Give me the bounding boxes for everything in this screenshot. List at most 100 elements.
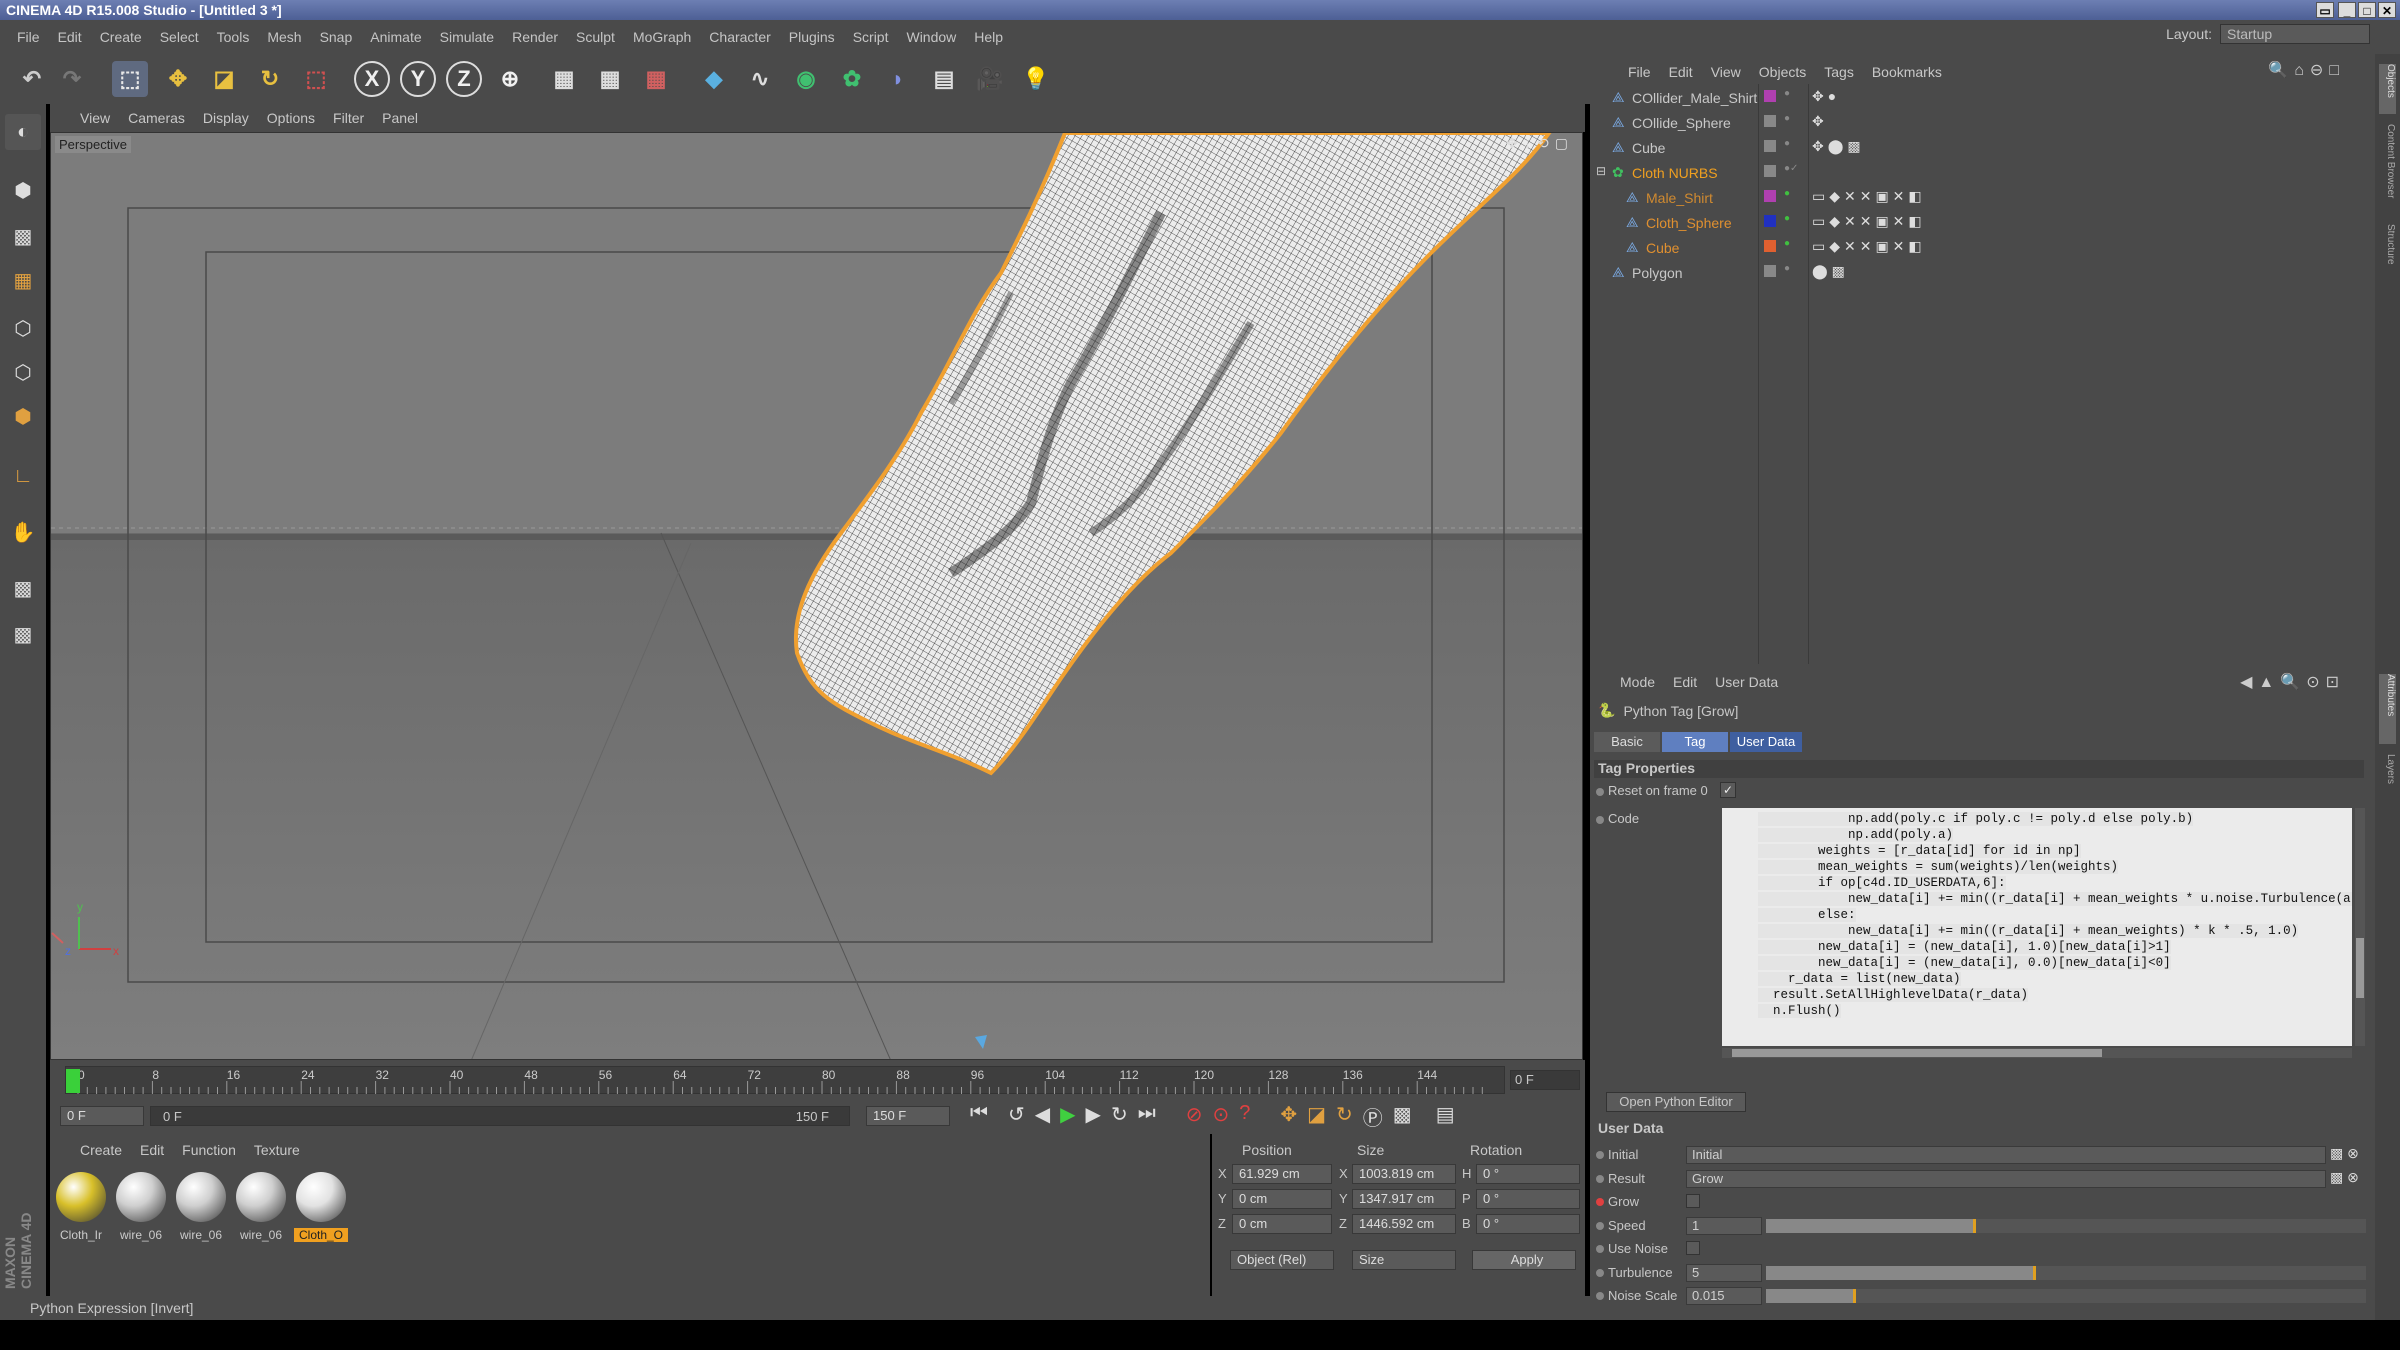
axis-mode-icon[interactable]: ∟ bbox=[5, 458, 41, 494]
object-name[interactable]: COllider_Male_Shirt bbox=[1632, 90, 1757, 106]
preview-range-slider[interactable]: 0 F 150 F bbox=[150, 1106, 850, 1126]
menu-simulate[interactable]: Simulate bbox=[431, 29, 503, 45]
render-settings-icon[interactable]: ▦ bbox=[638, 61, 674, 97]
key-pla-icon[interactable]: ▩ bbox=[1393, 1102, 1412, 1131]
object-name[interactable]: Cloth_Sphere bbox=[1646, 215, 1732, 231]
object-row[interactable]: ⟁ COllider_Male_Shirt ● ✥● bbox=[1590, 86, 2375, 110]
object-menu-objects[interactable]: Objects bbox=[1759, 64, 1806, 84]
attribute-menu-user-data[interactable]: User Data bbox=[1715, 674, 1778, 690]
light-icon[interactable]: 💡 bbox=[1018, 61, 1054, 97]
goto-end-icon[interactable]: ⏭ bbox=[1138, 1102, 1156, 1131]
current-frame-field[interactable]: 0 F bbox=[1510, 1070, 1580, 1090]
layer-color-swatch[interactable] bbox=[1764, 115, 1776, 127]
value-field[interactable]: 1 bbox=[1686, 1216, 1762, 1235]
visibility-dots[interactable]: ● bbox=[1784, 238, 1790, 249]
close-icon[interactable]: ✕ bbox=[2378, 2, 2396, 18]
object-name[interactable]: Cube bbox=[1632, 140, 1665, 156]
object-name[interactable]: Cube bbox=[1646, 240, 1679, 256]
object-row[interactable]: ⊟ ✿ Cloth NURBS ●✓ bbox=[1590, 161, 2375, 185]
layers-side-tab[interactable]: Layers bbox=[2379, 754, 2396, 804]
menu-mesh[interactable]: Mesh bbox=[258, 29, 310, 45]
object-tags[interactable]: ▭◆✕✕▣✕◧ bbox=[1812, 188, 1926, 205]
open-python-editor-button[interactable]: Open Python Editor bbox=[1606, 1092, 1746, 1112]
minimize-icon[interactable]: _ bbox=[2338, 2, 2356, 18]
menu-select[interactable]: Select bbox=[151, 29, 208, 45]
render-picture-viewer-icon[interactable]: ▦ bbox=[592, 61, 628, 97]
menu-file[interactable]: File bbox=[8, 29, 49, 45]
auto-key-icon[interactable]: ⊙ bbox=[1212, 1102, 1229, 1131]
deformer-icon[interactable]: ◗ bbox=[880, 61, 916, 97]
layer-color-swatch[interactable] bbox=[1764, 240, 1776, 252]
code-editor[interactable]: np.add(poly.c if poly.c != poly.d else p… bbox=[1722, 808, 2352, 1046]
make-editable-icon[interactable]: ◐ bbox=[5, 114, 41, 150]
menu-render[interactable]: Render bbox=[503, 29, 567, 45]
user-data-checkbox[interactable] bbox=[1686, 1241, 1700, 1255]
position-field[interactable]: 0 cm bbox=[1232, 1189, 1332, 1209]
visibility-dots[interactable]: ●✓ bbox=[1784, 163, 1798, 174]
object-tags[interactable]: ▭◆✕✕▣✕◧ bbox=[1812, 238, 1926, 255]
layer-color-swatch[interactable] bbox=[1764, 190, 1776, 202]
cube-object-icon[interactable]: ◆ bbox=[696, 61, 732, 97]
array-icon[interactable]: ✿ bbox=[834, 61, 870, 97]
viewport-menu-filter[interactable]: Filter bbox=[333, 110, 364, 126]
goto-prev-key-icon[interactable]: ↺ bbox=[1008, 1102, 1025, 1131]
link-field[interactable]: Initial bbox=[1686, 1146, 2326, 1164]
size-field[interactable]: 1003.819 cm bbox=[1352, 1164, 1456, 1184]
redo-icon[interactable]: ↷ bbox=[54, 61, 90, 97]
workplane-icon[interactable]: ▦ bbox=[5, 262, 41, 298]
restore-icon[interactable]: ▭ bbox=[2316, 2, 2334, 18]
visibility-dots[interactable]: ● bbox=[1784, 213, 1790, 224]
lock-workplane-icon[interactable]: ▩ bbox=[5, 616, 41, 652]
goto-start-icon[interactable]: ⏮ bbox=[970, 1102, 988, 1131]
viewport-menu-display[interactable]: Display bbox=[203, 110, 249, 126]
menu-script[interactable]: Script bbox=[844, 29, 898, 45]
viewport-menu-options[interactable]: Options bbox=[267, 110, 315, 126]
undo-icon[interactable]: ↶ bbox=[14, 61, 50, 97]
viewport-menu-view[interactable]: View bbox=[80, 110, 110, 126]
object-tags[interactable]: ✥ bbox=[1812, 113, 1828, 130]
play-icon[interactable]: ▶ bbox=[1060, 1102, 1075, 1131]
object-name[interactable]: Male_Shirt bbox=[1646, 190, 1713, 206]
key-position-icon[interactable]: ✥ bbox=[1280, 1102, 1297, 1131]
keyframe-selection-icon[interactable]: ? bbox=[1239, 1102, 1250, 1131]
menu-window[interactable]: Window bbox=[897, 29, 965, 45]
material-swatch[interactable]: wire_06 bbox=[234, 1172, 288, 1246]
texture-mode-icon[interactable]: ▩ bbox=[5, 218, 41, 254]
key-parameter-icon[interactable]: Ⓟ bbox=[1363, 1102, 1383, 1131]
menu-tools[interactable]: Tools bbox=[208, 29, 259, 45]
z-axis-icon[interactable]: Z bbox=[446, 61, 482, 97]
viewport-nav-icons[interactable]: ✥↓⟲▢ bbox=[1506, 135, 1574, 152]
menu-mograph[interactable]: MoGraph bbox=[624, 29, 700, 45]
material-menu-edit[interactable]: Edit bbox=[140, 1142, 164, 1158]
object-name[interactable]: COllide_Sphere bbox=[1632, 115, 1731, 131]
layout-dropdown[interactable]: Startup bbox=[2220, 24, 2370, 44]
layer-color-swatch[interactable] bbox=[1764, 140, 1776, 152]
render-view-icon[interactable]: ▦ bbox=[546, 61, 582, 97]
menu-animate[interactable]: Animate bbox=[361, 29, 430, 45]
layer-color-swatch[interactable] bbox=[1764, 215, 1776, 227]
layer-color-swatch[interactable] bbox=[1764, 90, 1776, 102]
position-field[interactable]: 61.929 cm bbox=[1232, 1164, 1332, 1184]
spline-icon[interactable]: ∿ bbox=[742, 61, 778, 97]
code-hscrollbar[interactable] bbox=[1722, 1048, 2352, 1058]
rotate-icon[interactable]: ↻ bbox=[252, 61, 288, 97]
playhead[interactable] bbox=[66, 1069, 80, 1093]
object-name[interactable]: Cloth NURBS bbox=[1632, 165, 1718, 181]
object-menu-edit[interactable]: Edit bbox=[1669, 64, 1693, 84]
visibility-dots[interactable]: ● bbox=[1784, 188, 1790, 199]
snap-icon[interactable]: ▩ bbox=[5, 570, 41, 606]
object-tags[interactable]: ✥⬤▩ bbox=[1812, 138, 1865, 155]
record-icon[interactable]: ⊘ bbox=[1186, 1102, 1203, 1131]
value-slider[interactable] bbox=[1766, 1289, 2366, 1303]
visibility-dots[interactable]: ● bbox=[1784, 88, 1790, 99]
object-menu-bookmarks[interactable]: Bookmarks bbox=[1872, 64, 1942, 84]
y-axis-icon[interactable]: Y bbox=[400, 61, 436, 97]
start-frame-field[interactable]: 0 F bbox=[60, 1106, 144, 1126]
position-field[interactable]: 0 cm bbox=[1232, 1214, 1332, 1234]
points-mode-icon[interactable]: ⬡ bbox=[5, 310, 41, 346]
value-slider[interactable] bbox=[1766, 1218, 2366, 1233]
object-row[interactable]: ⟁ Polygon ● ⬤▩ bbox=[1590, 261, 2375, 285]
objects-side-tab[interactable]: Objects bbox=[2379, 64, 2396, 114]
x-axis-icon[interactable]: X bbox=[354, 61, 390, 97]
live-selection-icon[interactable]: ⬚ bbox=[112, 61, 148, 97]
